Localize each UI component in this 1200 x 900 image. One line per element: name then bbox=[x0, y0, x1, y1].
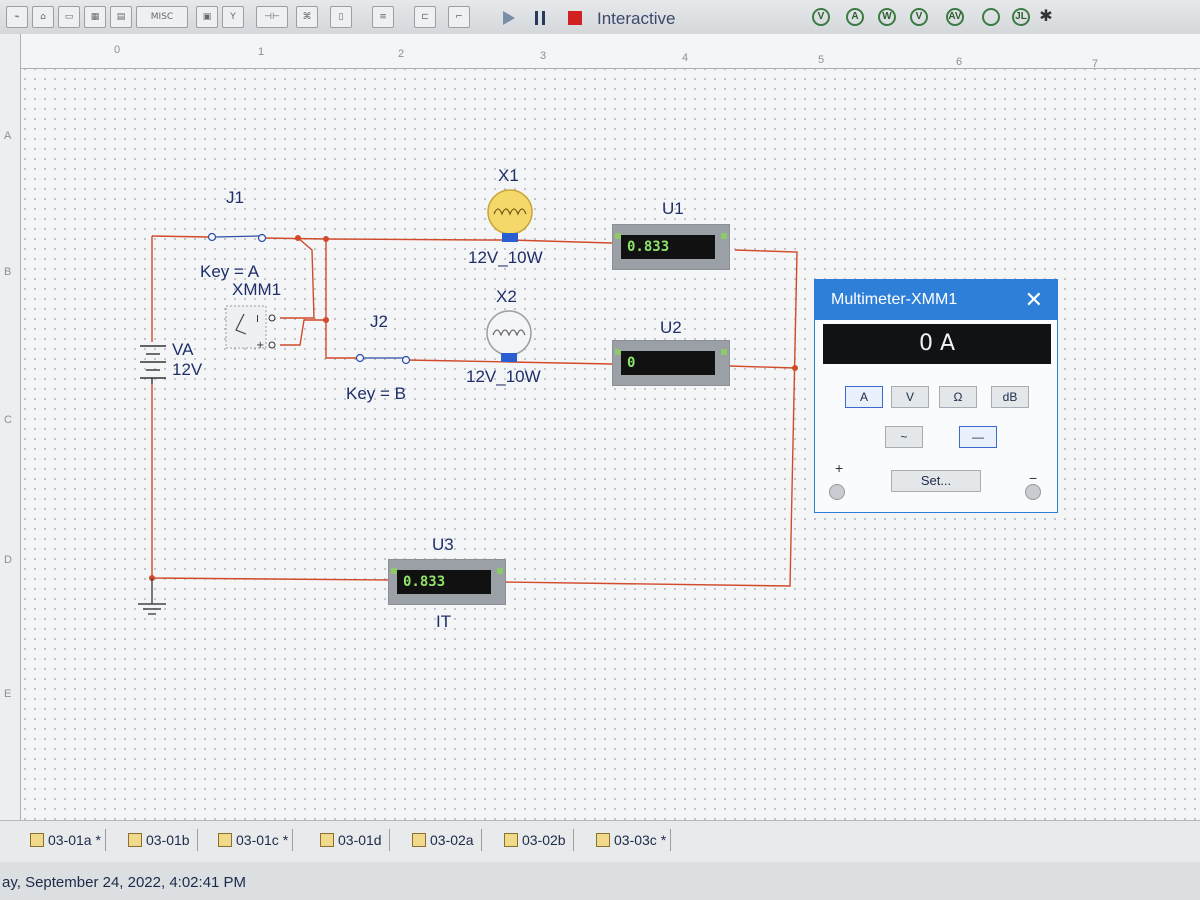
set-button[interactable]: Set... bbox=[891, 470, 981, 492]
status-timestamp: ay, September 24, 2022, 4:02:41 PM bbox=[2, 874, 247, 891]
ammeter-u2[interactable]: 0 bbox=[612, 340, 730, 386]
tab-03-01c[interactable]: 03-01c * bbox=[214, 829, 294, 851]
schematic-file-icon bbox=[596, 833, 610, 847]
schematic-file-icon bbox=[320, 833, 334, 847]
tab-label: 03-03c bbox=[614, 832, 657, 848]
lamp-x2-rating: 12V_10W bbox=[466, 367, 541, 386]
switch-j1-label: J1 bbox=[226, 188, 244, 207]
design-tabs: 03-01a * 03-01b 03-01c * 03-01d 03-02a 0… bbox=[0, 820, 1200, 863]
multimeter-ref-label: XMM1 bbox=[232, 280, 282, 299]
switch-j2-symbol[interactable] bbox=[355, 353, 411, 365]
tab-03-01d[interactable]: 03-01d bbox=[316, 829, 391, 851]
svg-text:+: + bbox=[256, 340, 264, 351]
lamp-x2-symbol[interactable] bbox=[486, 310, 532, 362]
dc-button[interactable]: — bbox=[959, 426, 997, 448]
close-icon[interactable]: ✕ bbox=[1025, 280, 1043, 320]
ammeter-u3-reading: 0.833 bbox=[397, 570, 491, 594]
switch-j1-symbol[interactable] bbox=[207, 232, 267, 243]
meter-terminal bbox=[497, 568, 503, 574]
schematic-file-icon bbox=[128, 833, 142, 847]
wire[interactable] bbox=[151, 235, 209, 238]
negative-terminal[interactable] bbox=[1025, 484, 1041, 500]
svg-text:I: I bbox=[256, 314, 259, 325]
ac-button[interactable]: ~ bbox=[885, 426, 923, 448]
mode-ohmmeter-button[interactable]: Ω bbox=[939, 386, 977, 408]
multimeter-titlebar[interactable]: Multimeter-XMM1 ✕ bbox=[815, 280, 1057, 320]
tab-03-01b[interactable]: 03-01b bbox=[124, 829, 199, 851]
battery-source-symbol[interactable] bbox=[140, 345, 166, 384]
wire[interactable] bbox=[325, 239, 356, 359]
wire[interactable] bbox=[280, 237, 315, 319]
tab-label: 03-02a bbox=[430, 832, 474, 848]
tab-modified-marker: * bbox=[95, 832, 101, 848]
tab-modified-marker: * bbox=[282, 832, 289, 848]
ammeter-u3-label: IT bbox=[436, 612, 452, 631]
ammeter-u1[interactable]: 0.833 bbox=[612, 224, 730, 270]
wire[interactable] bbox=[261, 237, 613, 244]
ground-symbol bbox=[138, 578, 166, 615]
schematic-file-icon bbox=[504, 833, 518, 847]
mode-ammeter-button[interactable]: A bbox=[845, 386, 883, 408]
source-name-label: VA bbox=[172, 340, 194, 359]
meter-terminal bbox=[721, 233, 727, 239]
mode-decibel-button[interactable]: dB bbox=[991, 386, 1029, 408]
meter-terminal bbox=[721, 349, 727, 355]
switch-j1-key-label: Key = A bbox=[200, 262, 260, 281]
ammeter-u2-reading: 0 bbox=[621, 351, 715, 375]
wire[interactable] bbox=[280, 319, 326, 346]
tab-label: 03-02b bbox=[522, 832, 566, 848]
tab-03-02b[interactable]: 03-02b bbox=[500, 829, 575, 851]
tab-03-02a[interactable]: 03-02a bbox=[408, 829, 483, 851]
ammeter-u1-reading: 0.833 bbox=[621, 235, 715, 259]
mode-voltmeter-button[interactable]: V bbox=[891, 386, 929, 408]
schematic-file-icon bbox=[30, 833, 44, 847]
lamp-x1-rating: 12V_10W bbox=[468, 248, 543, 267]
wire[interactable] bbox=[729, 365, 796, 369]
tab-03-03c[interactable]: 03-03c * bbox=[592, 829, 672, 851]
switch-j2-label: J2 bbox=[370, 312, 388, 331]
lamp-x2-name: X2 bbox=[496, 287, 517, 306]
wire[interactable] bbox=[151, 384, 389, 581]
multimeter-display: 0 A bbox=[823, 324, 1051, 364]
switch-j2-key-label: Key = B bbox=[346, 384, 407, 403]
tab-03-01a[interactable]: 03-01a * bbox=[26, 829, 106, 851]
tab-modified-marker: * bbox=[660, 832, 667, 848]
ammeter-u3-name: U3 bbox=[432, 535, 454, 554]
schematic-file-icon bbox=[412, 833, 426, 847]
source-value-label: 12V bbox=[172, 360, 203, 379]
tab-label: 03-01a bbox=[48, 832, 92, 848]
tab-label: 03-01b bbox=[146, 832, 190, 848]
ammeter-u3[interactable]: 0.833 bbox=[388, 559, 506, 605]
ammeter-u1-name: U1 bbox=[662, 199, 684, 218]
tab-label: 03-01d bbox=[338, 832, 382, 848]
multimeter-window[interactable]: Multimeter-XMM1 ✕ 0 A A V Ω dB ~ — Set..… bbox=[814, 279, 1058, 513]
status-bar: ay, September 24, 2022, 4:02:41 PM bbox=[0, 862, 1200, 900]
schematic-file-icon bbox=[218, 833, 232, 847]
wire[interactable] bbox=[499, 249, 798, 587]
positive-terminal[interactable] bbox=[829, 484, 845, 500]
multimeter-xmm1-symbol[interactable]: I + bbox=[225, 305, 276, 351]
ammeter-u2-name: U2 bbox=[660, 318, 682, 337]
positive-terminal-label: + bbox=[835, 460, 844, 476]
lamp-x1-symbol[interactable] bbox=[487, 189, 533, 242]
lamp-x1-name: X1 bbox=[498, 166, 519, 185]
multimeter-title: Multimeter-XMM1 bbox=[831, 291, 958, 308]
tab-label: 03-01c bbox=[236, 832, 279, 848]
